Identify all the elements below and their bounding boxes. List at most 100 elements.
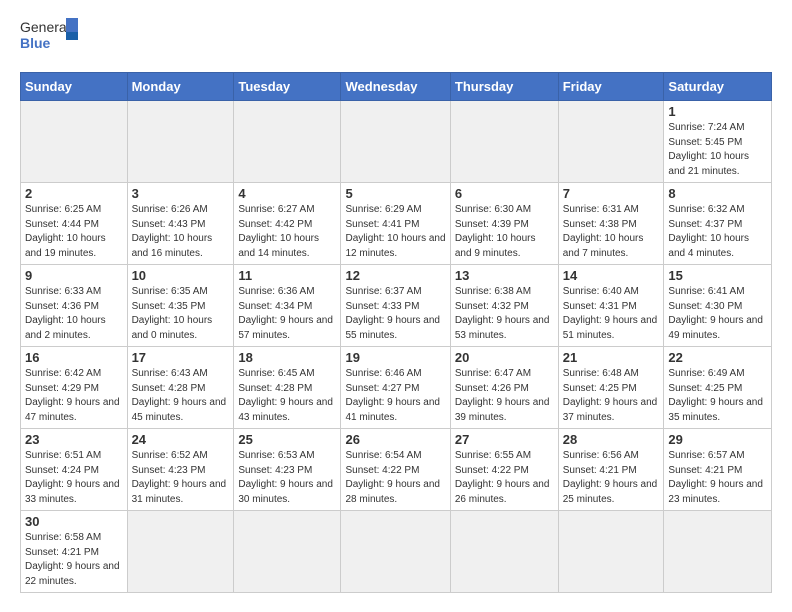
day-number: 2 <box>25 186 123 201</box>
calendar-cell <box>664 511 772 593</box>
day-number: 29 <box>668 432 767 447</box>
day-number: 1 <box>668 104 767 119</box>
col-header-saturday: Saturday <box>664 73 772 101</box>
calendar-cell: 20Sunrise: 6:47 AM Sunset: 4:26 PM Dayli… <box>450 347 558 429</box>
day-number: 27 <box>455 432 554 447</box>
calendar-cell: 29 Sunrise: 6:57 AM Sunset: 4:21 PM Dayli… <box>664 429 772 511</box>
day-info: Sunrise: 6:32 AM Sunset: 4:37 PM Dayligh… <box>668 203 767 261</box>
day-info: Sunrise: 6:43 AM Sunset: 4:28 PM Dayligh… <box>132 367 230 425</box>
calendar-cell: 17 Sunrise: 6:43 AM Sunset: 4:28 PM Dayli… <box>127 347 234 429</box>
day-info: Sunrise: 6:56 AM Sunset: 4:21 PM Dayligh… <box>563 449 660 507</box>
calendar-cell: 13Sunrise: 6:38 AM Sunset: 4:32 PM Dayli… <box>450 265 558 347</box>
day-number: 24 <box>132 432 230 447</box>
day-number: 25 <box>238 432 336 447</box>
calendar-cell: 21Sunrise: 6:48 AM Sunset: 4:25 PM Dayli… <box>558 347 664 429</box>
day-number: 6 <box>455 186 554 201</box>
calendar-cell: 8 Sunrise: 6:32 AM Sunset: 4:37 PM Daylig… <box>664 183 772 265</box>
calendar-cell <box>234 511 341 593</box>
day-info: Sunrise: 6:45 AM Sunset: 4:28 PM Dayligh… <box>238 367 336 425</box>
col-header-tuesday: Tuesday <box>234 73 341 101</box>
day-number: 4 <box>238 186 336 201</box>
calendar-cell <box>558 511 664 593</box>
calendar-cell <box>127 101 234 183</box>
day-info: Sunrise: 6:31 AM Sunset: 4:38 PM Dayligh… <box>563 203 660 261</box>
day-info: Sunrise: 6:37 AM Sunset: 4:33 PM Dayligh… <box>345 285 445 343</box>
day-info: Sunrise: 6:38 AM Sunset: 4:32 PM Dayligh… <box>455 285 554 343</box>
day-number: 10 <box>132 268 230 283</box>
day-number: 21 <box>563 350 660 365</box>
calendar-header-row: SundayMondayTuesdayWednesdayThursdayFrid… <box>21 73 772 101</box>
calendar: SundayMondayTuesdayWednesdayThursdayFrid… <box>20 72 772 593</box>
day-number: 9 <box>25 268 123 283</box>
day-number: 14 <box>563 268 660 283</box>
calendar-cell: 5 Sunrise: 6:29 AM Sunset: 4:41 PM Daylig… <box>341 183 450 265</box>
calendar-cell: 16Sunrise: 6:42 AM Sunset: 4:29 PM Dayli… <box>21 347 128 429</box>
day-info: Sunrise: 6:41 AM Sunset: 4:30 PM Dayligh… <box>668 285 767 343</box>
day-number: 8 <box>668 186 767 201</box>
day-number: 12 <box>345 268 445 283</box>
calendar-cell: 11 Sunrise: 6:36 AM Sunset: 4:34 PM Dayli… <box>234 265 341 347</box>
col-header-friday: Friday <box>558 73 664 101</box>
day-info: Sunrise: 6:29 AM Sunset: 4:41 PM Dayligh… <box>345 203 445 261</box>
week-row-3: 9 Sunrise: 6:33 AM Sunset: 4:36 PM Daylig… <box>21 265 772 347</box>
week-row-2: 2 Sunrise: 6:25 AM Sunset: 4:44 PM Daylig… <box>21 183 772 265</box>
calendar-cell: 6 Sunrise: 6:30 AM Sunset: 4:39 PM Daylig… <box>450 183 558 265</box>
day-info: Sunrise: 7:24 AM Sunset: 5:45 PM Dayligh… <box>668 121 767 179</box>
calendar-cell: 26Sunrise: 6:54 AM Sunset: 4:22 PM Dayli… <box>341 429 450 511</box>
day-number: 5 <box>345 186 445 201</box>
calendar-cell: 19Sunrise: 6:46 AM Sunset: 4:27 PM Dayli… <box>341 347 450 429</box>
day-info: Sunrise: 6:36 AM Sunset: 4:34 PM Dayligh… <box>238 285 336 343</box>
calendar-cell: 2 Sunrise: 6:25 AM Sunset: 4:44 PM Daylig… <box>21 183 128 265</box>
day-info: Sunrise: 6:55 AM Sunset: 4:22 PM Dayligh… <box>455 449 554 507</box>
day-number: 7 <box>563 186 660 201</box>
day-number: 28 <box>563 432 660 447</box>
day-info: Sunrise: 6:49 AM Sunset: 4:25 PM Dayligh… <box>668 367 767 425</box>
calendar-cell: 27 Sunrise: 6:55 AM Sunset: 4:22 PM Dayli… <box>450 429 558 511</box>
day-number: 20 <box>455 350 554 365</box>
logo: General Blue <box>20 16 80 60</box>
generalblue-logo-icon: General Blue <box>20 16 80 60</box>
calendar-cell <box>558 101 664 183</box>
col-header-thursday: Thursday <box>450 73 558 101</box>
day-info: Sunrise: 6:42 AM Sunset: 4:29 PM Dayligh… <box>25 367 123 425</box>
svg-text:Blue: Blue <box>20 35 51 51</box>
day-info: Sunrise: 6:58 AM Sunset: 4:21 PM Dayligh… <box>25 531 123 589</box>
calendar-cell <box>341 511 450 593</box>
header: General Blue <box>20 16 772 60</box>
day-number: 22 <box>668 350 767 365</box>
calendar-cell: 7 Sunrise: 6:31 AM Sunset: 4:38 PM Daylig… <box>558 183 664 265</box>
day-info: Sunrise: 6:51 AM Sunset: 4:24 PM Dayligh… <box>25 449 123 507</box>
calendar-cell: 14Sunrise: 6:40 AM Sunset: 4:31 PM Dayli… <box>558 265 664 347</box>
calendar-cell: 23 Sunrise: 6:51 AM Sunset: 4:24 PM Dayli… <box>21 429 128 511</box>
day-number: 17 <box>132 350 230 365</box>
calendar-cell <box>234 101 341 183</box>
calendar-cell: 18Sunrise: 6:45 AM Sunset: 4:28 PM Dayli… <box>234 347 341 429</box>
day-number: 23 <box>25 432 123 447</box>
col-header-monday: Monday <box>127 73 234 101</box>
calendar-cell <box>341 101 450 183</box>
week-row-6: 30Sunrise: 6:58 AM Sunset: 4:21 PM Dayli… <box>21 511 772 593</box>
calendar-cell: 28 Sunrise: 6:56 AM Sunset: 4:21 PM Dayli… <box>558 429 664 511</box>
day-number: 11 <box>238 268 336 283</box>
day-info: Sunrise: 6:52 AM Sunset: 4:23 PM Dayligh… <box>132 449 230 507</box>
col-header-wednesday: Wednesday <box>341 73 450 101</box>
calendar-cell: 25 Sunrise: 6:53 AM Sunset: 4:23 PM Dayli… <box>234 429 341 511</box>
day-info: Sunrise: 6:53 AM Sunset: 4:23 PM Dayligh… <box>238 449 336 507</box>
day-number: 15 <box>668 268 767 283</box>
calendar-cell: 12 Sunrise: 6:37 AM Sunset: 4:33 PM Dayli… <box>341 265 450 347</box>
calendar-cell: 3Sunrise: 6:26 AM Sunset: 4:43 PM Daylig… <box>127 183 234 265</box>
day-info: Sunrise: 6:30 AM Sunset: 4:39 PM Dayligh… <box>455 203 554 261</box>
week-row-5: 23 Sunrise: 6:51 AM Sunset: 4:24 PM Dayli… <box>21 429 772 511</box>
calendar-cell: 22 Sunrise: 6:49 AM Sunset: 4:25 PM Dayli… <box>664 347 772 429</box>
calendar-cell <box>450 101 558 183</box>
day-info: Sunrise: 6:54 AM Sunset: 4:22 PM Dayligh… <box>345 449 445 507</box>
day-info: Sunrise: 6:25 AM Sunset: 4:44 PM Dayligh… <box>25 203 123 261</box>
calendar-cell: 1 Sunrise: 7:24 AM Sunset: 5:45 PM Daylig… <box>664 101 772 183</box>
day-number: 19 <box>345 350 445 365</box>
week-row-1: 1 Sunrise: 7:24 AM Sunset: 5:45 PM Daylig… <box>21 101 772 183</box>
calendar-cell <box>127 511 234 593</box>
day-info: Sunrise: 6:26 AM Sunset: 4:43 PM Dayligh… <box>132 203 230 261</box>
day-info: Sunrise: 6:33 AM Sunset: 4:36 PM Dayligh… <box>25 285 123 343</box>
calendar-cell: 30Sunrise: 6:58 AM Sunset: 4:21 PM Dayli… <box>21 511 128 593</box>
day-info: Sunrise: 6:57 AM Sunset: 4:21 PM Dayligh… <box>668 449 767 507</box>
